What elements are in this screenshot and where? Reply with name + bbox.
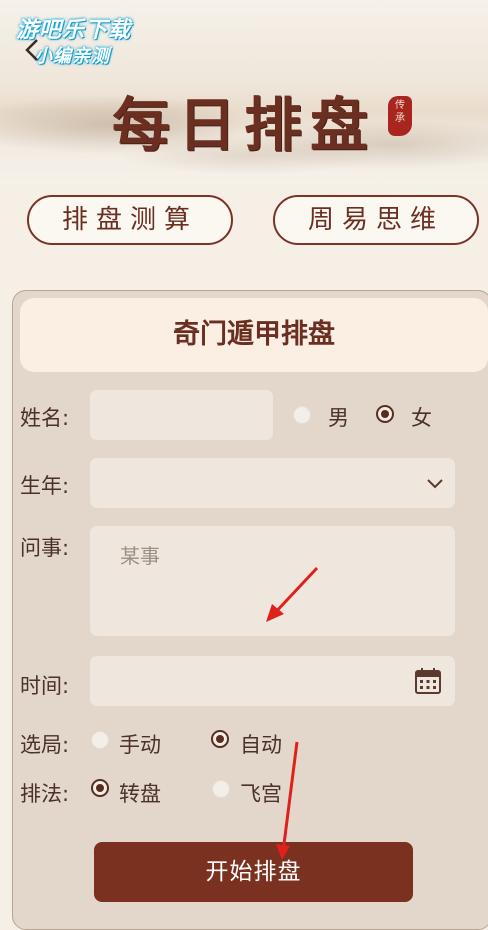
annotation-arrow-question [266,566,319,622]
annotation-arrow-start [276,741,299,860]
annotation-arrows [266,566,319,860]
